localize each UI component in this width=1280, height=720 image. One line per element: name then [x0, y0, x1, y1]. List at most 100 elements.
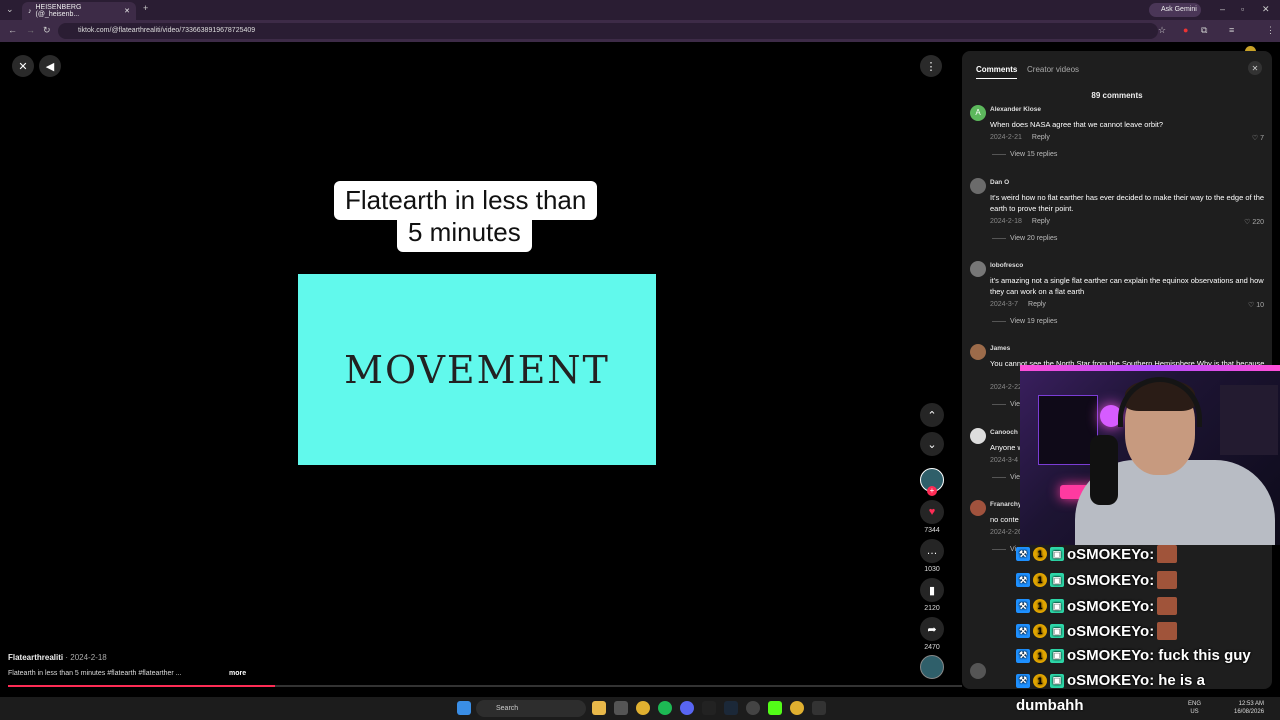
comment-like[interactable]: ♡ 220: [1244, 218, 1264, 226]
address-bar: ← → ↻ tiktok.com/@flatearthrealiti/video…: [0, 20, 1280, 57]
discord-icon[interactable]: [680, 701, 694, 715]
close-video-icon[interactable]: ✕: [12, 55, 34, 77]
previous-video-icon[interactable]: ⌃: [920, 403, 944, 427]
comment-author[interactable]: Dan O: [990, 179, 1009, 186]
tab-comments[interactable]: Comments: [976, 65, 1018, 79]
reply-button[interactable]: Reply: [1032, 218, 1050, 225]
kick-icon[interactable]: [768, 701, 782, 715]
comment-like-count: 220: [1252, 219, 1264, 226]
clock[interactable]: 12:53 AM 16/08/2026: [1234, 700, 1264, 716]
comment-avatar[interactable]: A: [970, 105, 986, 121]
chat-username: oSMOKEYo:: [1067, 647, 1155, 664]
language-code: ENG: [1188, 701, 1202, 707]
comment-avatar[interactable]: [970, 178, 986, 194]
view-replies-button[interactable]: View 19 replies: [992, 318, 1057, 325]
new-tab-button[interactable]: +: [143, 4, 148, 13]
heart-outline-icon[interactable]: ♡: [1252, 135, 1260, 142]
back-icon[interactable]: ←: [8, 26, 17, 35]
reply-button[interactable]: Reply: [1032, 134, 1050, 141]
media-control-icon[interactable]: ≡: [1229, 26, 1234, 35]
ask-gemini-button[interactable]: Ask Gemini: [1149, 3, 1201, 17]
chat-username: oSMOKEYo:: [1067, 571, 1155, 589]
window-close-icon[interactable]: ✕: [1262, 5, 1270, 14]
steam-icon[interactable]: [724, 701, 738, 715]
reply-button[interactable]: Reply: [1028, 301, 1046, 308]
view-replies-button[interactable]: View 15 replies: [992, 151, 1057, 158]
obs-icon[interactable]: [746, 701, 760, 715]
comment-author[interactable]: Franarchy: [990, 501, 1021, 508]
app-store-icon[interactable]: [614, 701, 628, 715]
tab-creator-videos[interactable]: Creator videos: [1027, 65, 1079, 74]
chat-emote-icon: [1157, 597, 1178, 615]
reload-icon[interactable]: ↻: [43, 26, 51, 35]
comment-text: It's weird how no flat earther has ever …: [990, 193, 1265, 213]
chat-message: ⚒ 1 ▣ oSMOKEYo:: [1016, 545, 1178, 563]
chat-emote-icon: [1157, 545, 1178, 563]
bookmark-icon[interactable]: ▮: [920, 578, 944, 602]
tab-list-icon[interactable]: ⌄: [6, 5, 14, 14]
follow-plus-icon[interactable]: +: [927, 486, 937, 496]
video-author[interactable]: Flatearthrealiti · 2024-2-18: [8, 653, 107, 662]
comment-date: 2024-2-26: [990, 529, 1022, 536]
comment-avatar[interactable]: [970, 261, 986, 277]
more-options-icon[interactable]: ⋮: [920, 55, 942, 77]
extension-icon[interactable]: ●: [1183, 26, 1188, 35]
comment-avatar[interactable]: [970, 500, 986, 516]
subscriber-badge-icon: 1: [1033, 573, 1047, 587]
comment-like[interactable]: ♡ 7: [1252, 134, 1264, 142]
volume-icon[interactable]: ◀: [39, 55, 61, 77]
comment-avatar[interactable]: [970, 428, 986, 444]
video-progress-bar[interactable]: [8, 685, 962, 687]
moderator-badge-icon: ⚒: [1016, 648, 1030, 663]
comment-like[interactable]: ♡ 10: [1248, 301, 1264, 309]
comment-date: 2024-2-22: [990, 384, 1022, 391]
comment-meta: 2024-2-21 Reply: [990, 134, 1050, 141]
next-video-icon[interactable]: ⌄: [920, 432, 944, 456]
url-text: tiktok.com/@flatearthrealiti/video/73366…: [78, 27, 256, 34]
browser-menu-icon[interactable]: ⋮: [1266, 26, 1275, 35]
comment-date: 2024-3-4: [990, 457, 1019, 464]
terminal-icon[interactable]: [702, 701, 716, 715]
epic-games-icon[interactable]: [812, 701, 826, 715]
comment-icon[interactable]: …: [920, 539, 944, 563]
file-explorer-icon[interactable]: [592, 701, 606, 715]
comment-author[interactable]: Canooch: [990, 429, 1018, 436]
spotify-icon[interactable]: [658, 701, 672, 715]
minimize-icon[interactable]: –: [1220, 5, 1225, 14]
bookmark-star-icon[interactable]: ☆: [1158, 26, 1166, 35]
gift-badge-icon: ▣: [1050, 547, 1064, 561]
browser-tab[interactable]: ♪ HEISENBERG (@_heisenb... ✕: [22, 2, 136, 20]
region-code: US: [1190, 709, 1199, 715]
gift-badge-icon: ▣: [1050, 599, 1064, 613]
chrome-active-icon[interactable]: [790, 701, 804, 715]
comment-meta: 2024-3-7 Reply: [990, 301, 1046, 308]
gift-badge-icon: ▣: [1050, 573, 1064, 587]
url-field[interactable]: tiktok.com/@flatearthrealiti/video/73366…: [58, 23, 1158, 39]
like-heart-icon[interactable]: ♥: [920, 500, 944, 524]
heart-outline-icon[interactable]: ♡: [1248, 302, 1256, 309]
panel-close-icon[interactable]: ✕: [1248, 61, 1262, 75]
comment-count: 1030: [924, 566, 940, 573]
sound-disc-icon[interactable]: [920, 655, 944, 679]
chrome-icon[interactable]: [636, 701, 650, 715]
tab-close-icon[interactable]: ✕: [124, 7, 130, 15]
view-replies-button[interactable]: View 20 replies: [992, 235, 1057, 242]
forward-icon[interactable]: →: [26, 26, 35, 35]
comment-author[interactable]: lobofresco: [990, 262, 1023, 269]
comment-text: it's amazing not a single flat earther c…: [990, 276, 1264, 296]
start-windows-icon[interactable]: [457, 701, 471, 715]
extensions-puzzle-icon[interactable]: ⧉: [1201, 26, 1207, 35]
comment-avatar[interactable]: [970, 344, 986, 360]
more-link[interactable]: more: [229, 670, 246, 677]
comment-author[interactable]: Alexander Klose: [990, 106, 1041, 113]
share-icon[interactable]: ➦: [920, 617, 944, 641]
taskbar-search[interactable]: Search: [476, 700, 586, 717]
comment-author[interactable]: James: [990, 345, 1010, 352]
save-count: 2120: [924, 605, 940, 612]
comment-count-header: 89 comments: [1091, 91, 1143, 100]
author-name[interactable]: Flatearthrealiti: [8, 653, 63, 662]
monitor-shape: [1038, 395, 1098, 465]
maximize-icon[interactable]: ▫: [1241, 5, 1244, 14]
language-indicator[interactable]: ENG US: [1188, 700, 1201, 716]
subscriber-badge-icon: 1: [1033, 599, 1047, 613]
